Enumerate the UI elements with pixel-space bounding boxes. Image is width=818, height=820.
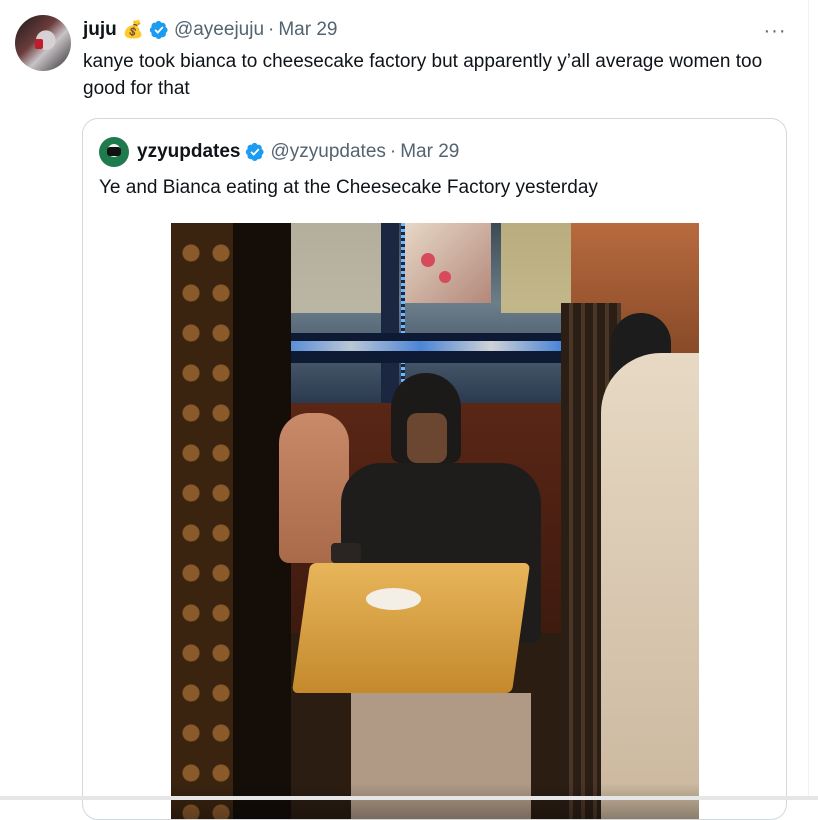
- quoted-photo[interactable]: [171, 223, 699, 819]
- more-horizontal-icon[interactable]: ···: [762, 20, 788, 42]
- separator-dot: ·: [268, 19, 275, 40]
- tweet-text: kanye took bianca to cheesecake factory …: [83, 51, 763, 99]
- quoted-avatar[interactable]: [99, 137, 129, 167]
- tweet-header: juju 💰 @ayeejuju · Mar 29: [83, 17, 338, 43]
- horizontal-scrollbar[interactable]: [0, 796, 818, 800]
- verified-badge-icon[interactable]: [149, 20, 169, 40]
- author-handle[interactable]: @ayeejuju: [174, 19, 264, 41]
- separator-dot: ·: [389, 141, 397, 162]
- quoted-author-name[interactable]: yzyupdates: [137, 141, 240, 163]
- quoted-author-handle[interactable]: @yzyupdates: [270, 141, 385, 163]
- quoted-header: yzyupdates @yzyupdates · Mar 29: [99, 135, 459, 169]
- quoted-text: Ye and Bianca eating at the Cheesecake F…: [99, 177, 598, 198]
- verified-badge-icon[interactable]: [245, 142, 265, 162]
- quoted-tweet[interactable]: yzyupdates @yzyupdates · Mar 29 Ye and B…: [82, 118, 787, 820]
- author-name[interactable]: juju: [83, 19, 117, 41]
- tweet-date[interactable]: Mar 29: [278, 19, 337, 41]
- quoted-date[interactable]: Mar 29: [400, 141, 459, 163]
- author-avatar[interactable]: [15, 15, 71, 71]
- money-bag-emoji: 💰: [122, 20, 144, 39]
- tweet: juju 💰 @ayeejuju · Mar 29 ··· kanye took…: [0, 0, 809, 820]
